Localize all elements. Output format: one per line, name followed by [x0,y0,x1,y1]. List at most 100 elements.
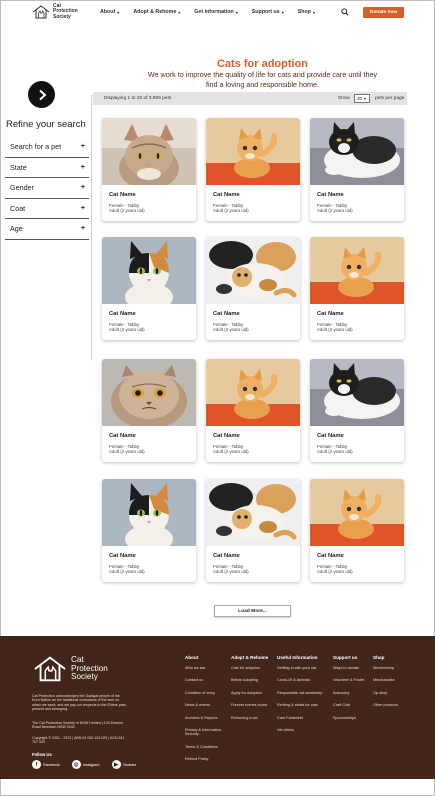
chevron-down-icon: ▾ [178,9,181,15]
footer-link[interactable]: Condition of entry [185,691,227,695]
footer-link[interactable]: Advocacy [333,691,364,695]
pet-photo[interactable] [206,237,300,304]
pet-photo[interactable] [206,359,300,426]
nav-shop[interactable]: Shop ▾ [298,9,315,15]
chevron-down-icon: ▾ [364,96,367,101]
pet-name[interactable]: Cat Name [213,553,240,559]
donate-button[interactable]: Donate now [363,7,404,18]
pet-card[interactable]: Cat Name Female - Tabby Adult (2 years old… [102,118,196,221]
pet-name[interactable]: Cat Name [317,433,344,439]
chevron-down-icon: ▾ [235,9,238,15]
nav-label: Adopt & Rehome [133,9,177,15]
nav-label: Get information [194,9,234,15]
pet-details: Female - Tabby Adult (2 years old) [317,203,353,214]
filter-state[interactable]: State + [5,158,89,178]
pet-name[interactable]: Cat Name [213,433,240,439]
pet-name[interactable]: Cat Name [213,192,240,198]
footer-link[interactable]: Covid-19 & Animals [277,678,322,682]
pet-card[interactable]: Cat Name Female - Tabby Adult (2 years old… [206,479,300,582]
pet-name[interactable]: Cat Name [109,433,136,439]
pet-name[interactable]: Cat Name [109,311,136,317]
footer-link[interactable]: Volunteer & Foster [333,678,364,682]
filter-gender[interactable]: Gender + [5,178,89,199]
pet-card[interactable]: Cat Name Female - Tabby Adult (2 years old… [102,359,196,462]
footer-link[interactable]: Contact us [185,678,227,682]
footer-link[interactable]: Cats for adoption [231,666,268,670]
footer-link[interactable]: News & events [185,703,227,707]
nav-get-information[interactable]: Get information ▾ [194,9,237,15]
footer-link[interactable]: Forever homes found [231,703,268,707]
footer-logo-text: Cat Protection Society [71,655,108,682]
footer-link[interactable]: Refund Policy [185,757,227,761]
pet-name[interactable]: Cat Name [109,553,136,559]
footer-link[interactable]: Membership [373,666,398,670]
pet-photo[interactable] [206,118,300,185]
footer-link[interactable]: Ways to donate [333,666,364,670]
footer-link[interactable]: Rehoming a cat [231,716,268,720]
nav-support-us[interactable]: Support us ▾ [252,9,284,15]
pet-card[interactable]: Cat Name Female - Tabby Adult (2 years old… [102,237,196,340]
footer-link[interactable]: Responsible cat ownership [277,691,322,695]
footer-link[interactable]: Terms & Conditions [185,745,227,749]
pet-photo[interactable] [310,359,404,426]
pet-card[interactable]: Cat Name Female - Tabby Adult (2 years old… [310,237,404,340]
footer-link[interactable]: Before Adopting [231,678,268,682]
pet-name[interactable]: Cat Name [317,553,344,559]
footer-link[interactable]: Apply for Adoption [231,691,268,695]
main-nav: About ▾ Adopt & Rehome ▾ Get information ▾ … [100,9,329,15]
nav-adopt-rehome[interactable]: Adopt & Rehome ▾ [133,9,180,15]
pet-card[interactable]: Cat Name Female - Tabby Adult (2 years old… [310,479,404,582]
pet-photo[interactable] [310,237,404,304]
pet-photo[interactable] [206,479,300,546]
footer-link[interactable]: Op shop [373,691,398,695]
footer-link[interactable]: Care Factsheet [277,716,322,720]
pet-card[interactable]: Cat Name Female - Tabby Adult (2 years old… [102,479,196,582]
search-icon[interactable] [341,8,349,16]
site-logo[interactable]: Cat Protection Society [32,3,78,20]
footer-link[interactable]: Renting & strata for cats [277,703,322,707]
chevron-down-icon: ▾ [117,9,120,15]
pet-photo[interactable] [102,479,196,546]
footer-link[interactable]: Who we are [185,666,227,670]
pet-photo[interactable] [102,118,196,185]
pet-card[interactable]: Cat Name Female - Tabby Adult (2 years old… [310,359,404,462]
footer-logo[interactable]: Cat Protection Society [33,655,108,683]
pet-photo[interactable] [310,479,404,546]
pet-card[interactable]: Cat Name Female - Tabby Adult (2 years old… [206,118,300,221]
footer-link[interactable]: Vet clinics [277,728,322,732]
pet-photo[interactable] [102,359,196,426]
pet-name[interactable]: Cat Name [213,311,240,317]
pet-name[interactable]: Cat Name [317,311,344,317]
pet-details: Female - Tabby Adult (2 years old) [109,564,145,575]
pet-details: Female - Tabby Adult (2 years old) [317,444,353,455]
pet-photo[interactable] [102,237,196,304]
pet-details: Female - Tabby Adult (2 years old) [213,322,249,333]
footer-link[interactable]: Archives & Reports [185,716,227,720]
pet-photo[interactable] [310,118,404,185]
footer-link[interactable]: Craft Club [333,703,364,707]
per-page-select[interactable]: 20 ▾ [354,94,370,103]
pet-card[interactable]: Cat Name Female - Tabby Adult (2 years old… [206,237,300,340]
pet-name[interactable]: Cat Name [109,192,136,198]
footer-link[interactable]: Settling in with your cat [277,666,322,670]
sidebar-toggle-button[interactable] [28,81,55,108]
footer-link[interactable]: Merchandise [373,678,398,682]
load-more-button[interactable]: Load More... [214,605,291,617]
filter-age[interactable]: Age + [5,219,89,240]
filter-coat[interactable]: Coat + [5,199,89,219]
instagram-link[interactable]: ◎ Instagram [71,760,100,769]
pet-name[interactable]: Cat Name [317,192,344,198]
logo-line: Society [71,672,98,682]
pet-card[interactable]: Cat Name Female - Tabby Adult (2 years old… [206,359,300,462]
plus-icon: + [80,184,85,192]
pet-card[interactable]: Cat Name Female - Tabby Adult (2 years old… [310,118,404,221]
facebook-link[interactable]: f Facebook [32,760,60,769]
filter-search-for-a-pet[interactable]: Search for a pet + [5,137,89,158]
nav-about[interactable]: About ▾ [100,9,119,15]
footer-link[interactable]: Sponsorships [333,716,364,720]
youtube-link[interactable]: ▶ Youtube [111,760,136,769]
footer-link[interactable]: Privacy & Information Security [185,728,227,737]
footer-column: Useful Information Settling in with your … [277,655,322,740]
footer-link[interactable]: Other products [373,703,398,707]
logo-text: Cat Protection Society [53,3,78,20]
